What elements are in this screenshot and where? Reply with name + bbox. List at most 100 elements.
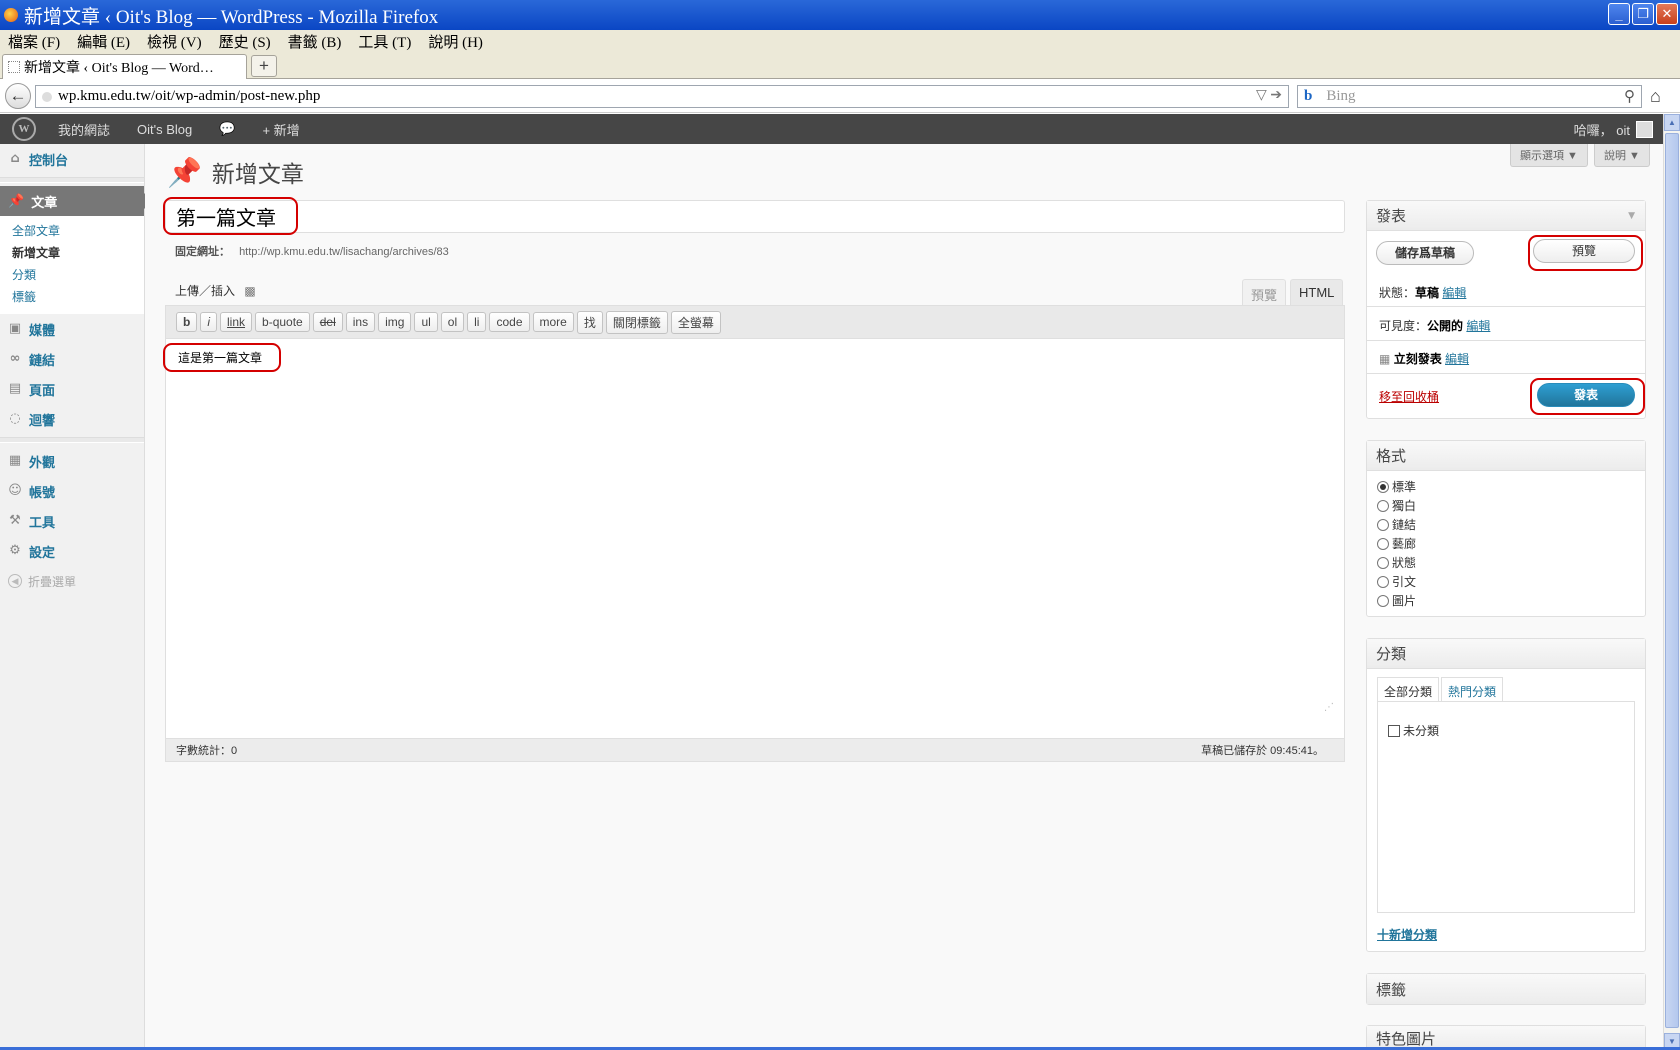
scroll-thumb[interactable] [1665, 133, 1679, 1028]
close-icon[interactable]: ✕ [1656, 3, 1678, 25]
edit-schedule-link[interactable]: 編輯 [1445, 352, 1469, 366]
sidebar-item-posts[interactable]: 📌 文章 [0, 186, 152, 216]
tags-box-header[interactable]: 標籤 [1367, 974, 1645, 1004]
sidebar-item-links[interactable]: ∞ 鏈結 [0, 344, 144, 374]
sidebar-item-tools[interactable]: ⚒ 工具 [0, 506, 144, 536]
adminbar-new[interactable]: + 新增 [262, 120, 299, 139]
resize-grip-icon[interactable]: ⋰ [1324, 702, 1334, 713]
qt-blockquote-button[interactable]: b-quote [255, 312, 310, 332]
qt-italic-button[interactable]: i [200, 312, 218, 332]
sidebar-item-pages[interactable]: ▤ 頁面 [0, 374, 144, 404]
home-icon[interactable]: ⌂ [1650, 86, 1661, 107]
page-scrollbar[interactable]: ▲ ▼ [1663, 114, 1680, 1050]
qt-bold-button[interactable]: b [176, 312, 198, 332]
format-option-aside[interactable]: 獨白 [1377, 496, 1416, 515]
site-identity-icon[interactable] [42, 91, 52, 102]
submenu-add-new[interactable]: 新增文章 [12, 242, 144, 264]
qt-del-button[interactable]: del [312, 312, 343, 332]
menu-history[interactable]: 歷史 (S) [219, 31, 271, 52]
move-to-trash-link[interactable]: 移至回收桶 [1379, 390, 1439, 404]
sidebar-item-comments[interactable]: ◌ 迴響 [0, 404, 144, 434]
sidebar-item-dashboard[interactable]: ⌂ 控制台 [0, 144, 144, 174]
radio[interactable] [1377, 518, 1389, 531]
new-tab-button[interactable]: + [251, 55, 277, 77]
save-draft-button[interactable]: 儲存爲草稿 [1376, 241, 1474, 265]
menu-view[interactable]: 檢視 (V) [147, 31, 202, 52]
format-option-link[interactable]: 鏈結 [1377, 515, 1416, 534]
menu-tools[interactable]: 工具 (T) [358, 31, 411, 52]
draft-saved-notice: 草稿已儲存於 09:45:41。 [1201, 745, 1324, 757]
sidebar-item-appearance[interactable]: ▦ 外觀 [0, 446, 144, 476]
add-media-icon[interactable]: ▩ [244, 284, 255, 298]
minimize-icon[interactable]: _ [1608, 3, 1630, 25]
add-new-category-link[interactable]: 十新增分類 [1377, 926, 1437, 943]
format-option-standard[interactable]: 標準 [1377, 477, 1416, 496]
go-icon[interactable]: ▽ ➔ [1256, 87, 1282, 104]
qt-more-button[interactable]: more [532, 312, 574, 332]
category-item[interactable]: 未分類 [1388, 722, 1439, 739]
category-box-header[interactable]: 分類 [1367, 639, 1645, 669]
qt-li-button[interactable]: li [467, 312, 487, 332]
radio[interactable] [1377, 594, 1389, 607]
qt-link-button[interactable]: link [220, 312, 253, 332]
format-option-gallery[interactable]: 藝廊 [1377, 534, 1416, 553]
screen-options-button[interactable]: 顯示選項 ▼ [1510, 144, 1588, 167]
menu-help[interactable]: 說明 (H) [428, 31, 483, 52]
search-bar[interactable]: b Bing ⚲ [1297, 85, 1642, 108]
sidebar-item-settings[interactable]: ⚙ 設定 [0, 536, 144, 566]
search-icon[interactable]: ⚲ [1624, 87, 1635, 106]
adminbar-site-name[interactable]: Oit's Blog [137, 122, 192, 137]
publish-box-header[interactable]: 發表 ▼ [1367, 201, 1645, 231]
qt-find-button[interactable]: 找 [576, 310, 603, 334]
toggle-arrow-icon[interactable]: ▼ [1628, 211, 1635, 221]
qt-fullscreen-button[interactable]: 全螢幕 [670, 310, 721, 334]
bing-icon[interactable]: b [1304, 88, 1312, 105]
submenu-tags[interactable]: 標籤 [12, 286, 144, 308]
back-icon[interactable]: ← [5, 83, 31, 109]
edit-visibility-link[interactable]: 編輯 [1466, 319, 1490, 333]
radio[interactable] [1377, 575, 1389, 588]
url-bar[interactable]: wp.kmu.edu.tw/oit/wp-admin/post-new.php … [35, 85, 1289, 108]
format-option-label: 狀態 [1392, 556, 1417, 570]
pushpin-icon: 📌 [8, 193, 25, 208]
wordpress-logo-icon[interactable]: W [12, 117, 36, 141]
format-option-quote[interactable]: 引文 [1377, 572, 1416, 591]
comment-bubble-icon[interactable]: 💬 [219, 121, 235, 137]
qt-code-button[interactable]: code [489, 312, 530, 332]
radio[interactable] [1377, 537, 1389, 550]
permalink-url[interactable]: http://wp.kmu.edu.tw/lisachang/archives/… [239, 246, 449, 258]
format-option-image[interactable]: 圖片 [1377, 591, 1416, 610]
editor-textarea[interactable]: 這是第一篇文章 [166, 339, 1344, 376]
qt-ins-button[interactable]: ins [345, 312, 376, 332]
sidebar-item-users[interactable]: ☺ 帳號 [0, 476, 144, 506]
format-option-status[interactable]: 狀態 [1377, 553, 1416, 572]
radio[interactable] [1377, 556, 1389, 569]
menu-bookmarks[interactable]: 書籤 (B) [288, 31, 342, 52]
radio-selected[interactable] [1377, 480, 1389, 493]
submenu-categories[interactable]: 分類 [12, 264, 144, 286]
qt-ul-button[interactable]: ul [414, 312, 438, 332]
adminbar-account[interactable]: 哈囉， oit [1574, 120, 1653, 139]
checkbox[interactable] [1388, 724, 1400, 737]
quicktags-toolbar: b i link b-quote del ins img ul ol li co… [166, 306, 1344, 339]
qt-close-tags-button[interactable]: 關閉標籤 [605, 310, 668, 334]
upload-insert[interactable]: 上傳／插入 ▩ [175, 282, 256, 299]
wp-admin-bar: W 我的網誌 Oit's Blog 💬 + 新增 哈囉， oit [0, 114, 1663, 144]
qt-img-button[interactable]: img [378, 312, 412, 332]
edit-status-link[interactable]: 編輯 [1442, 286, 1466, 300]
scroll-up-icon[interactable]: ▲ [1664, 114, 1680, 131]
browser-tab[interactable]: 新增文章 ‹ Oit's Blog — Word… [2, 54, 247, 79]
radio[interactable] [1377, 499, 1389, 512]
menu-edit[interactable]: 編輯 (E) [77, 31, 130, 52]
menu-file[interactable]: 檔案 (F) [8, 31, 60, 52]
post-title-input[interactable]: 第一篇文章 [165, 200, 1345, 233]
adminbar-my-sites[interactable]: 我的網誌 [58, 120, 110, 139]
restore-icon[interactable]: ❐ [1632, 3, 1654, 25]
qt-ol-button[interactable]: ol [440, 312, 465, 332]
submenu-all-posts[interactable]: 全部文章 [12, 220, 144, 242]
help-button[interactable]: 說明 ▼ [1593, 144, 1650, 167]
page-icon [8, 61, 20, 73]
sidebar-item-media[interactable]: ▣ 媒體 [0, 314, 144, 344]
collapse-menu-button[interactable]: ◀ 折疊選單 [0, 566, 144, 596]
format-box-header[interactable]: 格式 [1367, 441, 1645, 471]
